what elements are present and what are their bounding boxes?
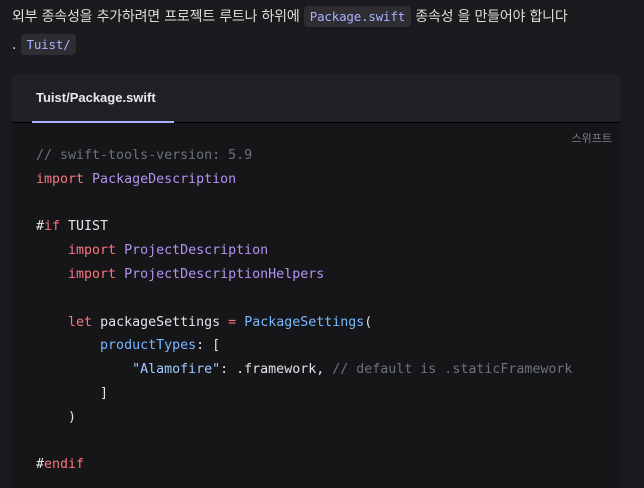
code-line: #if TUIST: [36, 219, 109, 235]
code-line: import ProjectDescriptionHelpers: [68, 266, 325, 282]
code-line: import ProjectDescription: [68, 243, 269, 259]
code-line: // swift-tools-version: 5.9: [36, 148, 253, 163]
code-line: let packageSettings = PackageSettings(: [68, 314, 373, 330]
code-line: productTypes: [: [100, 338, 221, 354]
tab-active-indicator: [32, 121, 174, 123]
intro-paragraph: 외부 종속성을 추가하려면 프로젝트 루트나 하위에 Package.swift…: [12, 3, 638, 59]
inline-code-tuist-dir: Tuist/: [20, 34, 77, 55]
intro-text-after: 종속성 을 만들어야 합니다: [411, 9, 568, 25]
code-block: // swift-tools-version: 5.9 import Packag…: [36, 144, 572, 477]
code-tabs: Tuist/Package.swift: [12, 74, 620, 123]
code-line: ]: [100, 385, 109, 401]
tab-package-swift[interactable]: Tuist/Package.swift: [32, 74, 160, 122]
code-line: #endif: [36, 457, 85, 473]
code-group: Tuist/Package.swift 스위프트 // swift-tools-…: [12, 74, 620, 488]
code-line: ): [68, 409, 77, 425]
intro-text-before: 외부 종속성을 추가하려면 프로젝트 루트나 하위에: [12, 9, 304, 25]
code-line: import PackageDescription: [36, 171, 237, 187]
intro-prefix-dot: .: [12, 37, 21, 53]
code-language-label: 스위프트: [571, 132, 612, 145]
inline-code-package-swift: Package.swift: [303, 6, 412, 27]
code-line: "Alamofire": .framework, // default is .…: [132, 362, 573, 378]
